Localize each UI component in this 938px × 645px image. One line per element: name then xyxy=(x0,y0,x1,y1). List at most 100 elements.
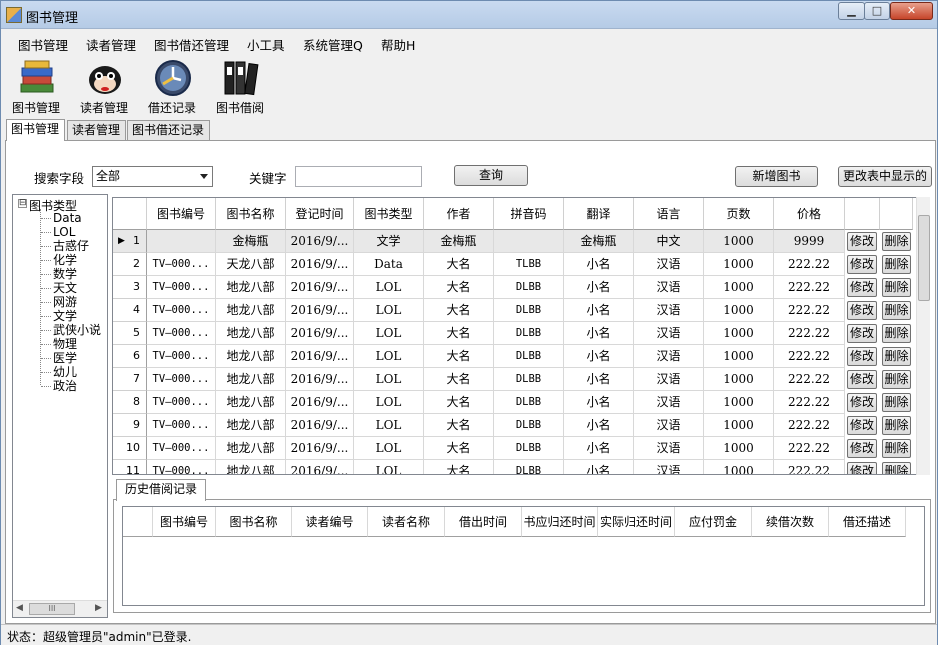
delete-button[interactable]: 删除 xyxy=(882,416,911,435)
edit-button[interactable]: 修改 xyxy=(847,416,877,435)
table-cell[interactable]: 1000 xyxy=(704,345,774,368)
table-cell[interactable]: 2016/9/... xyxy=(286,253,354,276)
table-cell[interactable]: 中文 xyxy=(634,230,704,253)
table-cell[interactable]: 汉语 xyxy=(634,322,704,345)
edit-button[interactable]: 修改 xyxy=(847,324,877,343)
table-cell[interactable]: 2016/9/... xyxy=(286,368,354,391)
tab-reader-management[interactable]: 读者管理 xyxy=(67,120,126,140)
scroll-thumb[interactable] xyxy=(918,215,930,301)
table-cell[interactable]: 222.22 xyxy=(774,345,845,368)
column-header[interactable]: 图书类型 xyxy=(354,198,424,230)
tree-node[interactable]: 物理 xyxy=(41,337,77,351)
history-column-header[interactable]: 应付罚金 xyxy=(675,507,752,537)
tree-node[interactable]: 医学 xyxy=(41,351,77,365)
tool-book-borrow[interactable]: 图书借阅 xyxy=(209,56,271,116)
table-cell[interactable]: 222.22 xyxy=(774,299,845,322)
table-cell[interactable]: TV—000... xyxy=(147,345,216,368)
table-cell[interactable]: 汉语 xyxy=(634,368,704,391)
tree-node[interactable]: 武侠小说 xyxy=(41,323,101,337)
history-column-header[interactable]: 实际归还时间 xyxy=(598,507,675,537)
row-header[interactable]: 10 xyxy=(113,437,147,460)
history-column-header[interactable]: 图书名称 xyxy=(216,507,292,537)
table-cell[interactable]: LOL xyxy=(354,414,424,437)
row-header[interactable]: 9 xyxy=(113,414,147,437)
tree-node[interactable]: LOL xyxy=(41,225,75,239)
table-cell[interactable]: 222.22 xyxy=(774,253,845,276)
history-column-header[interactable]: 借出时间 xyxy=(445,507,522,537)
table-cell[interactable]: 1000 xyxy=(704,230,774,253)
table-cell[interactable]: 地龙八部 xyxy=(216,345,286,368)
menu-book-management[interactable]: 图书管理 xyxy=(18,35,68,54)
table-cell[interactable]: 小名 xyxy=(564,322,634,345)
books-grid[interactable]: 图书编号 图书名称 登记时间 图书类型 作者 拼音码 翻译 语言 页数 价格 ▶ 1 金梅瓶 2016/9… xyxy=(112,197,930,475)
table-cell[interactable]: 222.22 xyxy=(774,437,845,460)
table-cell[interactable]: DLBB xyxy=(494,391,564,414)
table-cell[interactable]: 小名 xyxy=(564,414,634,437)
table-cell[interactable]: 222.22 xyxy=(774,322,845,345)
delete-button[interactable]: 删除 xyxy=(882,324,911,343)
table-cell[interactable]: 2016/9/... xyxy=(286,322,354,345)
table-cell[interactable]: 2016/9/... xyxy=(286,299,354,322)
table-cell[interactable]: 天龙八部 xyxy=(216,253,286,276)
table-cell[interactable] xyxy=(494,230,564,253)
column-header[interactable]: 价格 xyxy=(774,198,845,230)
table-cell[interactable]: TV—000... xyxy=(147,414,216,437)
tree-node[interactable]: Data xyxy=(41,211,82,225)
menu-reader-management[interactable]: 读者管理 xyxy=(86,35,136,54)
table-cell[interactable]: 小名 xyxy=(564,299,634,322)
table-cell[interactable]: 大名 xyxy=(424,345,494,368)
row-header[interactable]: 11 xyxy=(113,460,147,474)
table-cell[interactable]: 1000 xyxy=(704,322,774,345)
table-cell[interactable]: LOL xyxy=(354,322,424,345)
table-cell[interactable]: TLBB xyxy=(494,253,564,276)
table-cell[interactable]: 小名 xyxy=(564,345,634,368)
tree-horizontal-scrollbar[interactable]: ◀ III ▶ xyxy=(13,600,107,617)
edit-button[interactable]: 修改 xyxy=(847,393,877,412)
scroll-left-icon[interactable]: ◀ xyxy=(16,603,23,613)
scroll-thumb[interactable]: III xyxy=(29,603,75,615)
maximize-button[interactable]: □ xyxy=(864,2,890,20)
delete-button[interactable]: 删除 xyxy=(882,439,911,458)
column-header[interactable]: 语言 xyxy=(634,198,704,230)
row-header[interactable]: 4 xyxy=(113,299,147,322)
edit-button[interactable]: 修改 xyxy=(847,439,877,458)
row-header[interactable]: 5 xyxy=(113,322,147,345)
table-cell[interactable]: 9999 xyxy=(774,230,845,253)
table-cell[interactable]: 小名 xyxy=(564,391,634,414)
table-cell[interactable]: 小名 xyxy=(564,437,634,460)
table-cell[interactable]: LOL xyxy=(354,460,424,474)
table-cell[interactable]: 2016/9/... xyxy=(286,230,354,253)
table-cell[interactable]: 大名 xyxy=(424,368,494,391)
history-column-header[interactable]: 续借次数 xyxy=(752,507,829,537)
table-cell[interactable]: 222.22 xyxy=(774,391,845,414)
close-button[interactable]: ✕ xyxy=(890,2,933,20)
table-cell[interactable]: LOL xyxy=(354,368,424,391)
table-cell[interactable]: 地龙八部 xyxy=(216,276,286,299)
tree-node[interactable]: 文学 xyxy=(41,309,77,323)
table-cell[interactable]: TV—000... xyxy=(147,437,216,460)
table-cell[interactable]: TV—000... xyxy=(147,391,216,414)
table-cell[interactable]: 大名 xyxy=(424,414,494,437)
table-cell[interactable]: TV—000... xyxy=(147,253,216,276)
menu-tools[interactable]: 小工具 xyxy=(247,35,285,54)
history-column-header[interactable]: 图书编号 xyxy=(153,507,216,537)
keyword-input[interactable] xyxy=(295,166,422,187)
history-column-header[interactable]: 书应归还时间 xyxy=(522,507,598,537)
table-cell[interactable]: 汉语 xyxy=(634,253,704,276)
table-cell[interactable]: DLBB xyxy=(494,322,564,345)
table-cell[interactable]: 地龙八部 xyxy=(216,437,286,460)
table-cell[interactable]: 地龙八部 xyxy=(216,299,286,322)
table-cell[interactable]: DLBB xyxy=(494,276,564,299)
tree-node[interactable]: 天文 xyxy=(41,281,77,295)
table-cell[interactable]: 汉语 xyxy=(634,299,704,322)
table-cell[interactable]: 222.22 xyxy=(774,368,845,391)
table-cell[interactable]: LOL xyxy=(354,437,424,460)
tree-expander[interactable]: ⊟ xyxy=(18,199,27,208)
table-cell[interactable]: DLBB xyxy=(494,299,564,322)
column-header[interactable]: 拼音码 xyxy=(494,198,564,230)
history-grid[interactable]: 图书编号 图书名称 读者编号 读者名称 借出时间 书应归还时间 实际归还时间 应付罚金 续借次数… xyxy=(122,506,925,606)
row-header[interactable]: 7 xyxy=(113,368,147,391)
table-cell[interactable]: 地龙八部 xyxy=(216,460,286,474)
table-cell[interactable]: 1000 xyxy=(704,414,774,437)
table-cell[interactable]: 1000 xyxy=(704,460,774,474)
